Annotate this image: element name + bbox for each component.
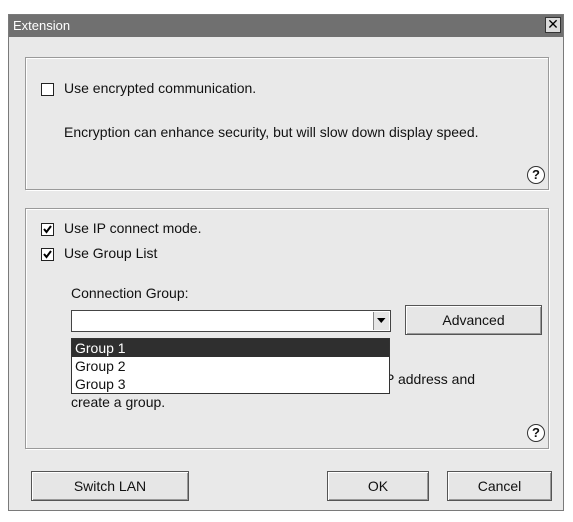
dropdown-option-group-1[interactable]: Group 1 bbox=[72, 339, 389, 357]
hint-text-right: P address and bbox=[385, 371, 476, 387]
group-list-checkbox[interactable] bbox=[41, 248, 54, 261]
encryption-checkbox-label: Use encrypted communication. bbox=[64, 80, 257, 96]
hint-text-line2: create a group. bbox=[71, 394, 166, 410]
encryption-help-icon[interactable]: ? bbox=[527, 166, 545, 184]
dropdown-option-group-2[interactable]: Group 2 bbox=[72, 357, 389, 375]
dialog-title: Extension bbox=[13, 18, 71, 33]
cancel-button[interactable]: Cancel bbox=[447, 471, 552, 501]
connection-help-icon[interactable]: ? bbox=[527, 424, 545, 442]
extension-dialog: Extension ✕ Use encrypted communication.… bbox=[8, 14, 564, 511]
ip-mode-label: Use IP connect mode. bbox=[64, 220, 202, 236]
switch-lan-button[interactable]: Switch LAN bbox=[31, 471, 189, 501]
ok-button[interactable]: OK bbox=[327, 471, 429, 501]
connection-group-dropdown: Group 1 Group 2 Group 3 bbox=[71, 338, 390, 394]
group-list-label: Use Group List bbox=[64, 245, 158, 261]
dropdown-option-group-3[interactable]: Group 3 bbox=[72, 375, 389, 393]
connection-group-label: Connection Group: bbox=[71, 285, 189, 301]
encryption-checkbox[interactable] bbox=[41, 83, 54, 96]
encryption-description: Encryption can enhance security, but wil… bbox=[64, 124, 479, 140]
advanced-button[interactable]: Advanced bbox=[405, 305, 542, 335]
chevron-down-icon[interactable] bbox=[373, 312, 389, 330]
connection-group-select[interactable] bbox=[71, 310, 391, 332]
ip-mode-checkbox[interactable] bbox=[41, 223, 54, 236]
title-bar: Extension ✕ bbox=[9, 15, 563, 37]
close-icon[interactable]: ✕ bbox=[545, 17, 561, 33]
